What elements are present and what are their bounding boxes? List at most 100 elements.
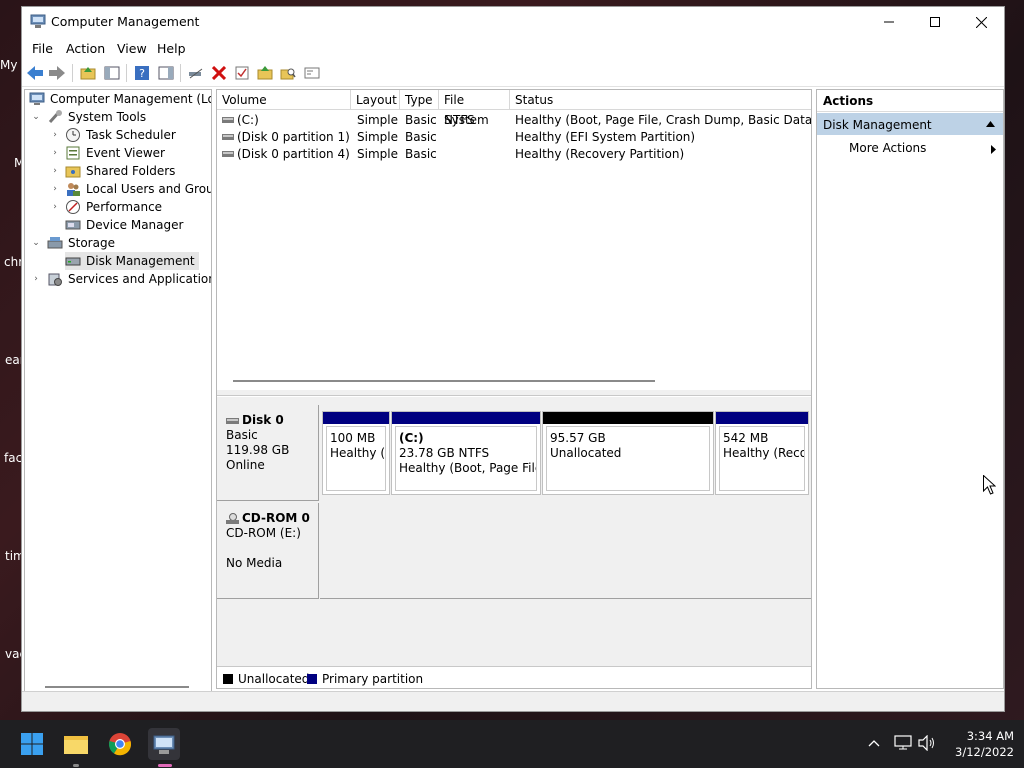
svg-text:?: ? <box>139 67 145 80</box>
expand-arrow-icon[interactable]: › <box>50 180 60 198</box>
console-tree[interactable]: Computer Management (Local ⌄ System Tool… <box>24 89 212 693</box>
title-bar[interactable]: Computer Management <box>22 7 1004 37</box>
tree-node-services-applications[interactable]: Services and Applications <box>47 270 211 288</box>
close-button[interactable] <box>958 7 1004 37</box>
delete-button[interactable] <box>210 64 228 82</box>
file-explorer-button[interactable] <box>60 728 92 760</box>
network-button[interactable] <box>894 735 912 755</box>
volume-layout: Simple <box>357 147 398 161</box>
desktop-label[interactable]: My <box>0 58 17 72</box>
tree-label: Local Users and Groups <box>86 182 211 196</box>
search-button[interactable] <box>279 64 297 82</box>
up-one-level-button[interactable] <box>79 64 97 82</box>
volume-button[interactable] <box>918 734 936 755</box>
back-button[interactable] <box>26 64 44 82</box>
properties-button[interactable] <box>233 64 251 82</box>
cdrom-area[interactable] <box>320 503 811 599</box>
legend-swatch-unallocated <box>223 674 233 684</box>
actions-section-disk-management[interactable]: Disk Management <box>817 113 1003 135</box>
storage-icon <box>47 237 63 249</box>
partition-status: Unallocated <box>550 446 622 460</box>
connect-button[interactable] <box>187 64 205 82</box>
folder-up-icon <box>80 67 96 80</box>
show-hide-action-pane-button[interactable] <box>157 64 175 82</box>
computer-management-icon <box>30 14 46 28</box>
tree-node-task-scheduler[interactable]: Task Scheduler <box>65 126 176 144</box>
minimize-button[interactable] <box>866 7 912 37</box>
more-actions-item[interactable]: More Actions <box>849 141 926 155</box>
tree-node-performance[interactable]: Performance <box>65 198 162 216</box>
clock[interactable]: 3:34 AM 3/12/2022 <box>944 728 1014 760</box>
tree-label: Computer Management (Local <box>50 92 211 106</box>
disk-0-label[interactable]: Disk 0 Basic 119.98 GB Online <box>217 405 319 501</box>
chrome-button[interactable] <box>104 728 136 760</box>
show-hidden-icons-button[interactable] <box>868 736 880 751</box>
expand-arrow-icon[interactable]: › <box>50 198 60 216</box>
expand-arrow-icon[interactable]: › <box>50 126 60 144</box>
column-header-file-system[interactable]: File System <box>439 90 510 127</box>
disk-kind: CD-ROM (E:) <box>226 526 301 540</box>
computer-management-taskbar-button[interactable] <box>148 728 180 760</box>
horizontal-scrollbar[interactable] <box>45 686 189 688</box>
start-button[interactable] <box>16 728 48 760</box>
console-view-button[interactable] <box>303 64 321 82</box>
clock-time: 3:34 AM <box>966 729 1014 743</box>
forward-button[interactable] <box>48 64 66 82</box>
tree-node-computer-management[interactable]: Computer Management (Local <box>29 90 211 108</box>
volume-row[interactable]: (Disk 0 partition 1) Simple Basic Health… <box>217 129 811 146</box>
tree-label: Device Manager <box>86 218 184 232</box>
menu-view[interactable]: View <box>117 41 147 56</box>
volume-status: Healthy (Recovery Partition) <box>515 147 685 161</box>
folder-search-icon <box>280 68 296 80</box>
maximize-button[interactable] <box>912 7 958 37</box>
volume-list-scrollbar[interactable] <box>233 380 655 382</box>
expand-arrow-icon[interactable]: › <box>31 270 41 288</box>
tree-label: Task Scheduler <box>86 128 176 142</box>
cd-drive-icon <box>226 512 239 524</box>
help-icon: ? <box>135 66 149 80</box>
collapse-arrow-icon[interactable]: ⌄ <box>31 108 41 126</box>
volume-row[interactable]: (Disk 0 partition 4) Simple Basic Health… <box>217 146 811 163</box>
volume-icon <box>222 151 234 157</box>
tree-label: Event Viewer <box>86 146 165 160</box>
tree-node-local-users-groups[interactable]: Local Users and Groups <box>65 180 211 198</box>
tree-node-shared-folders[interactable]: Shared Folders <box>65 162 175 180</box>
volume-type: Basic <box>405 147 437 161</box>
partition-c[interactable]: (C:) 23.78 GB NTFS Healthy (Boot, Page F… <box>391 411 541 495</box>
menu-file[interactable]: File <box>32 41 53 56</box>
expand-arrow-icon[interactable]: › <box>50 162 60 180</box>
partition-efi[interactable]: 100 MB Healthy (E <box>322 411 390 495</box>
network-monitor-icon <box>894 735 912 750</box>
menu-help[interactable]: Help <box>157 41 186 56</box>
collapse-arrow-icon[interactable]: ⌄ <box>31 234 41 252</box>
menu-action[interactable]: Action <box>66 41 105 56</box>
partition-recovery[interactable]: 542 MB Healthy (Recov <box>715 411 809 495</box>
expand-arrow-icon[interactable]: › <box>50 144 60 162</box>
tree-node-system-tools[interactable]: System Tools <box>47 108 146 126</box>
help-button[interactable]: ? <box>133 64 151 82</box>
tree-node-device-manager[interactable]: Device Manager <box>65 216 183 234</box>
tree-node-storage[interactable]: Storage <box>47 234 115 252</box>
minimize-icon <box>884 21 894 23</box>
disk-name: Disk 0 <box>242 413 284 427</box>
tree-node-disk-management[interactable]: Disk Management <box>65 252 199 270</box>
tree-node-event-viewer[interactable]: Event Viewer <box>65 144 165 162</box>
column-header-type[interactable]: Type <box>400 90 439 110</box>
pane-splitter[interactable] <box>217 390 811 396</box>
column-header-layout[interactable]: Layout <box>351 90 400 110</box>
disk-name: CD-ROM 0 <box>242 511 310 525</box>
show-hide-console-tree-button[interactable] <box>103 64 121 82</box>
partition-unallocated[interactable]: 95.57 GB Unallocated <box>542 411 714 495</box>
new-folder-button[interactable] <box>256 64 274 82</box>
column-header-status[interactable]: Status <box>510 90 811 110</box>
windows-logo-icon <box>21 733 43 755</box>
actions-pane: Actions Disk Management More Actions <box>816 89 1004 689</box>
column-header-volume[interactable]: Volume <box>217 90 351 110</box>
volume-type: Basic <box>405 130 437 144</box>
cdrom-0-label[interactable]: CD-ROM 0 CD-ROM (E:) No Media <box>217 503 319 599</box>
volume-row[interactable]: (C:) Simple Basic NTFS Healthy (Boot, Pa… <box>217 112 811 129</box>
partition-status: Healthy (Recov <box>723 446 804 460</box>
desktop-label[interactable]: fac <box>4 451 22 465</box>
computer-management-window: Computer Management File Action View Hel… <box>21 6 1005 712</box>
tree-label: System Tools <box>68 110 147 124</box>
